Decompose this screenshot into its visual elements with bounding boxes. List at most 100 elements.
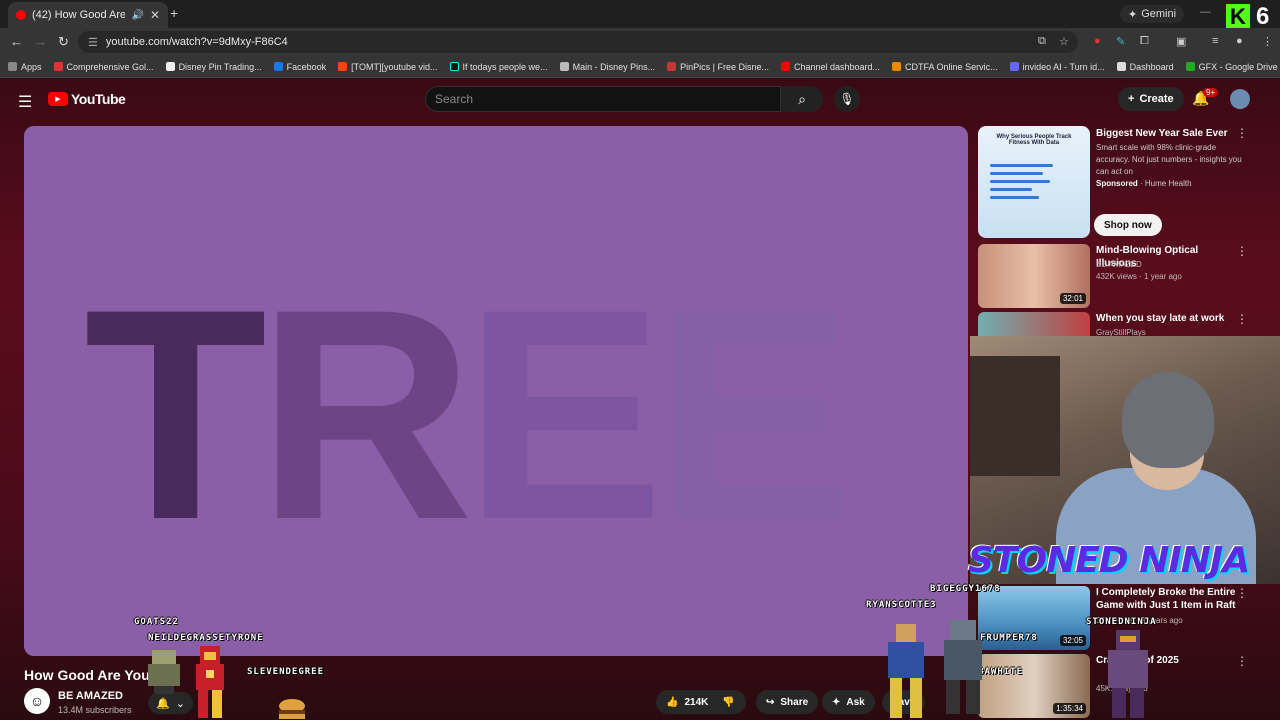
browser-tab[interactable]: (42) How Good Are Your Ey 🔊 ✕ (8, 2, 168, 28)
ad-thumbnail[interactable]: Why Serious People Track Fitness With Da… (978, 126, 1090, 238)
channel-subscribers: 13.4M subscribers (58, 705, 132, 715)
share-button[interactable]: ↪ Share (756, 690, 819, 714)
bookmark-favicon-icon (559, 62, 569, 71)
address-bar[interactable]: ☰ youtube.com/watch?v=9dMxy-F86C4 (78, 31, 1078, 53)
video-title: How Good Are You (24, 667, 150, 683)
video-title[interactable]: When you stay late at work (1096, 312, 1236, 325)
bookmark-favicon-icon (892, 62, 902, 71)
video-player[interactable]: TREE (24, 126, 968, 656)
youtube-play-icon: ▶ (48, 92, 68, 106)
channel-name[interactable]: BE AMAZED (1096, 260, 1142, 269)
video-thumbnail[interactable] (978, 312, 1090, 338)
bookmark-item[interactable]: GFX - Google Drive (1185, 62, 1278, 72)
bookmark-item[interactable]: CDTFA Online Servic... (892, 62, 998, 72)
streamer-beanie (1122, 372, 1214, 468)
media-queue-icon[interactable]: ≡ (1212, 35, 1218, 47)
sponsored-ad[interactable]: Why Serious People Track Fitness With Da… (978, 126, 1258, 238)
youtube-header: ☰ ▶ YouTube Search ⌕ 🎙 + Create 🔔 9+ (0, 78, 1280, 120)
ask-button[interactable]: ✦ Ask (822, 690, 875, 714)
list-item[interactable]: When you stay late at work GrayStillPlay… (978, 312, 1258, 338)
bookmark-item[interactable]: [TOMT][youtube vid... (338, 62, 438, 72)
gemini-label: Gemini (1141, 8, 1177, 20)
ad-sponsored-line: Sponsored · Hume Health (1096, 179, 1192, 188)
bookmark-favicon-icon (165, 62, 175, 71)
reddit-icon (338, 62, 348, 71)
profile-icon[interactable]: ● (1236, 35, 1243, 47)
more-options-icon[interactable]: ⋮ (1236, 312, 1248, 326)
ad-description: Smart scale with 98% clinic-grade accura… (1096, 143, 1242, 176)
google-drive-icon (1185, 62, 1195, 71)
thumbs-up-icon: 👍 (666, 696, 679, 708)
bell-icon: 🔔 (156, 697, 170, 710)
apps-grid-icon (8, 62, 17, 71)
reload-icon[interactable]: ↻ (58, 34, 69, 50)
bookmarks-bar: Apps Comprehensive Gol... Disney Pin Tra… (0, 56, 1280, 78)
bookmark-item[interactable]: Main - Disney Pins... (559, 62, 655, 72)
like-dislike-button[interactable]: 👍 214K 👎 (656, 690, 746, 714)
bookmark-apps[interactable]: Apps (8, 62, 42, 72)
video-frame-text: TREE (84, 246, 854, 582)
bookmark-favicon-icon (53, 62, 63, 71)
tab-close-icon[interactable]: ✕ (150, 8, 160, 22)
side-panel-icon[interactable]: ▣ (1176, 35, 1186, 48)
bookmark-star-icon[interactable]: ☆ (1059, 35, 1069, 48)
create-button[interactable]: + Create (1118, 87, 1184, 111)
youtube-favicon-icon (780, 62, 790, 71)
video-title[interactable]: I Completely Broke the Entire Game with … (1096, 586, 1236, 612)
more-options-icon[interactable]: ⋮ (1236, 654, 1248, 668)
video-thumbnail[interactable]: 1:35:34 (978, 654, 1090, 718)
bookmark-item[interactable]: PinPics | Free Disne... (667, 62, 769, 72)
bookmark-item[interactable]: Facebook (273, 62, 326, 72)
avatar[interactable] (1230, 89, 1250, 109)
channel-avatar[interactable]: ☺ (24, 688, 50, 714)
chat-username: BIGEGGY1678 (930, 584, 1001, 594)
list-item[interactable]: 32:01 Mind-Blowing Optical Illusions BE … (978, 244, 1258, 308)
bookmark-item[interactable]: Disney Pin Trading... (165, 62, 262, 72)
more-options-icon[interactable]: ⋮ (1236, 126, 1248, 140)
speaker-icon[interactable]: 🔊 (131, 10, 143, 21)
notification-badge: 9+ (1203, 88, 1219, 97)
back-arrow-icon[interactable]: ← (10, 34, 23, 49)
bookmark-item[interactable]: Channel dashboard... (780, 62, 880, 72)
shop-now-button[interactable]: Shop now (1094, 214, 1162, 236)
gemini-button[interactable]: ✦ Gemini (1120, 5, 1185, 23)
ad-title[interactable]: Biggest New Year Sale Ever (1096, 128, 1228, 139)
minimize-icon[interactable]: — (1200, 6, 1211, 18)
channel-name[interactable]: BE AMAZED (58, 690, 123, 702)
forward-arrow-icon[interactable]: → (34, 34, 47, 49)
youtube-logo[interactable]: ▶ YouTube (48, 91, 126, 107)
site-info-icon[interactable]: ☰ (88, 36, 98, 49)
kick-logo: K (1226, 4, 1250, 30)
voice-search-button[interactable]: 🎙 (834, 86, 860, 112)
bookmark-item[interactable]: Comprehensive Gol... (53, 62, 154, 72)
youtube-favicon-icon (16, 10, 26, 20)
plus-icon: + (1128, 93, 1135, 105)
spartan-sprite-icon (1108, 630, 1148, 718)
browser-menu-icon[interactable]: ⋮ (1262, 35, 1273, 48)
bookmark-favicon-icon (1009, 62, 1019, 71)
stream-name-banner: STONED NINJA (968, 540, 1250, 581)
bookmark-item[interactable]: If todays people we... (449, 62, 548, 72)
ad-chart-graphic (990, 164, 1060, 204)
more-options-icon[interactable]: ⋮ (1236, 244, 1248, 258)
webcam-background (970, 356, 1060, 476)
thumbs-down-icon[interactable]: 👎 (722, 697, 734, 708)
facebook-icon (273, 62, 283, 71)
bookmark-item[interactable]: Dashboard (1116, 62, 1174, 72)
search-icon: ⌕ (798, 90, 806, 107)
extension-pin-icon[interactable]: ✎ (1116, 35, 1125, 48)
install-app-icon[interactable]: ⧉ (1038, 35, 1046, 48)
like-count: 214K (684, 696, 709, 708)
extensions-puzzle-icon[interactable]: ⧠ (1140, 35, 1149, 48)
url-text: youtube.com/watch?v=9dMxy-F86C4 (105, 36, 288, 48)
hamburger-menu-icon[interactable]: ☰ (18, 92, 32, 112)
chat-username: RYANSCOTTE3 (866, 600, 937, 610)
share-icon: ↪ (766, 696, 775, 708)
search-button[interactable]: ⌕ (781, 86, 823, 112)
search-input[interactable]: Search (425, 86, 781, 112)
more-options-icon[interactable]: ⋮ (1236, 586, 1248, 600)
extension-red-icon[interactable]: ● (1094, 35, 1101, 47)
new-tab-button[interactable]: + (170, 5, 178, 21)
bookmark-item[interactable]: invideo AI - Turn id... (1009, 62, 1105, 72)
video-thumbnail[interactable]: 32:01 (978, 244, 1090, 308)
